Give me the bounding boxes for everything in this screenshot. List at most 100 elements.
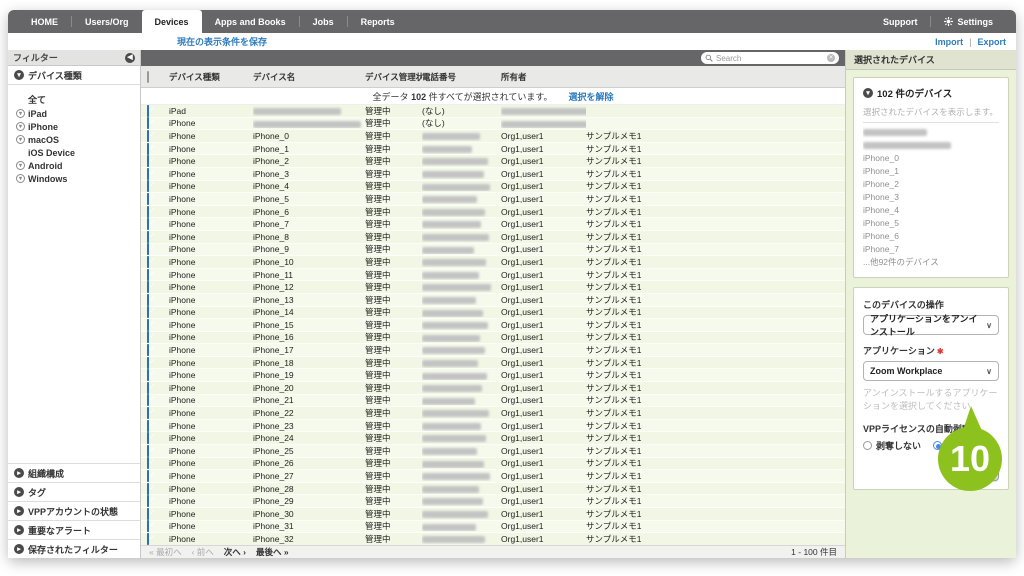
row-checkbox[interactable]: [147, 457, 149, 469]
row-checkbox[interactable]: [147, 105, 149, 117]
sidebar-section-device-type[interactable]: ▾ デバイス種類: [8, 66, 140, 85]
row-checkbox[interactable]: [147, 218, 149, 230]
table-row[interactable]: iPhoneiPhone_12管理中Org1,user1サンプルメモ1: [141, 281, 845, 294]
table-row[interactable]: iPhoneiPhone_16管理中Org1,user1サンプルメモ1: [141, 332, 845, 345]
table-row[interactable]: iPhoneiPhone_11管理中Org1,user1サンプルメモ1: [141, 269, 845, 282]
sidebar-item--[interactable]: 全て: [8, 91, 140, 107]
row-checkbox[interactable]: [147, 382, 149, 394]
sidebar-section[interactable]: ▸組織構成: [8, 463, 140, 482]
row-checkbox[interactable]: [147, 256, 149, 268]
sidebar-item-windows[interactable]: ▾Windows: [8, 172, 140, 185]
vpp-radio-no[interactable]: 剥奪しない: [863, 439, 921, 452]
table-row[interactable]: iPhone管理中(なし): [141, 118, 845, 131]
table-row[interactable]: iPhoneiPhone_5管理中Org1,user1サンプルメモ1: [141, 193, 845, 206]
table-row[interactable]: iPad管理中(なし): [141, 105, 845, 118]
row-checkbox[interactable]: [147, 269, 149, 281]
row-checkbox[interactable]: [147, 407, 149, 419]
table-row[interactable]: iPhoneiPhone_31管理中Org1,user1サンプルメモ1: [141, 521, 845, 534]
row-checkbox[interactable]: [147, 294, 149, 306]
row-checkbox[interactable]: [147, 508, 149, 520]
nav-tab-reports[interactable]: Reports: [348, 10, 408, 33]
col-header-management-state[interactable]: デバイス管理状態: [365, 71, 422, 83]
sidebar-section[interactable]: ▸VPPアカウントの状態: [8, 501, 140, 520]
sidebar-section[interactable]: ▸保存されたフィルター: [8, 539, 140, 558]
sidebar-item-macos[interactable]: ▾macOS: [8, 133, 140, 146]
row-checkbox[interactable]: [147, 117, 149, 129]
clear-search-icon[interactable]: ✕: [827, 54, 835, 62]
row-checkbox[interactable]: [147, 168, 149, 180]
row-checkbox[interactable]: [147, 331, 149, 343]
row-checkbox[interactable]: [147, 470, 149, 482]
save-current-filter-link[interactable]: 現在の表示条件を保存: [177, 35, 267, 48]
import-link[interactable]: Import: [935, 37, 963, 47]
table-row[interactable]: iPhoneiPhone_4管理中Org1,user1サンプルメモ1: [141, 181, 845, 194]
row-checkbox[interactable]: [147, 369, 149, 381]
page-prev-link[interactable]: ‹ 前へ: [192, 546, 214, 558]
table-row[interactable]: iPhoneiPhone_2管理中Org1,user1サンプルメモ1: [141, 155, 845, 168]
sidebar-item-iphone[interactable]: ▾iPhone: [8, 120, 140, 133]
col-header-phone[interactable]: 電話番号: [422, 71, 501, 83]
table-row[interactable]: iPhoneiPhone_6管理中Org1,user1サンプルメモ1: [141, 206, 845, 219]
export-link[interactable]: Export: [977, 37, 1006, 47]
row-checkbox[interactable]: [147, 243, 149, 255]
page-last-link[interactable]: 最後へ »: [256, 546, 289, 558]
device-count-toggle-icon[interactable]: ▾: [863, 88, 873, 98]
table-row[interactable]: iPhoneiPhone_28管理中Org1,user1サンプルメモ1: [141, 483, 845, 496]
table-row[interactable]: iPhoneiPhone_1管理中Org1,user1サンプルメモ1: [141, 143, 845, 156]
sidebar-item-ipad[interactable]: ▾iPad: [8, 107, 140, 120]
table-row[interactable]: iPhoneiPhone_24管理中Org1,user1サンプルメモ1: [141, 432, 845, 445]
nav-settings[interactable]: Settings: [931, 10, 1006, 33]
row-checkbox[interactable]: [147, 483, 149, 495]
row-checkbox[interactable]: [147, 193, 149, 205]
row-checkbox[interactable]: [147, 495, 149, 507]
table-row[interactable]: iPhoneiPhone_18管理中Org1,user1サンプルメモ1: [141, 357, 845, 370]
row-checkbox[interactable]: [147, 445, 149, 457]
row-checkbox[interactable]: [147, 319, 149, 331]
table-row[interactable]: iPhoneiPhone_22管理中Org1,user1サンプルメモ1: [141, 407, 845, 420]
row-checkbox[interactable]: [147, 520, 149, 532]
sidebar-section[interactable]: ▸重要なアラート: [8, 520, 140, 539]
table-row[interactable]: iPhoneiPhone_15管理中Org1,user1サンプルメモ1: [141, 319, 845, 332]
row-checkbox[interactable]: [147, 344, 149, 356]
table-row[interactable]: iPhoneiPhone_8管理中Org1,user1サンプルメモ1: [141, 231, 845, 244]
search-input[interactable]: Search ✕: [701, 52, 839, 64]
row-checkbox[interactable]: [147, 357, 149, 369]
nav-support[interactable]: Support: [870, 10, 931, 33]
nav-tab-home[interactable]: HOME: [18, 10, 71, 33]
collapse-sidebar-icon[interactable]: ◀: [125, 53, 135, 63]
page-first-link[interactable]: « 最初へ: [149, 546, 182, 558]
nav-tab-devices[interactable]: Devices: [142, 10, 202, 33]
select-all-checkbox[interactable]: [147, 71, 149, 83]
application-select[interactable]: Zoom Workplace ∨: [863, 361, 999, 381]
row-checkbox[interactable]: [147, 130, 149, 142]
tree-expand-icon[interactable]: ▾: [16, 135, 25, 144]
page-next-link[interactable]: 次へ ›: [224, 546, 246, 558]
row-checkbox[interactable]: [147, 306, 149, 318]
table-row[interactable]: iPhoneiPhone_29管理中Org1,user1サンプルメモ1: [141, 495, 845, 508]
nav-tab-apps-and-books[interactable]: Apps and Books: [202, 10, 299, 33]
row-checkbox[interactable]: [147, 180, 149, 192]
table-row[interactable]: iPhoneiPhone_7管理中Org1,user1サンプルメモ1: [141, 218, 845, 231]
tree-expand-icon[interactable]: ▾: [16, 174, 25, 183]
row-checkbox[interactable]: [147, 155, 149, 167]
row-checkbox[interactable]: [147, 420, 149, 432]
nav-tab-jobs[interactable]: Jobs: [300, 10, 347, 33]
table-row[interactable]: iPhoneiPhone_23管理中Org1,user1サンプルメモ1: [141, 420, 845, 433]
table-row[interactable]: iPhoneiPhone_3管理中Org1,user1サンプルメモ1: [141, 168, 845, 181]
table-row[interactable]: iPhoneiPhone_26管理中Org1,user1サンプルメモ1: [141, 458, 845, 471]
table-row[interactable]: iPhoneiPhone_21管理中Org1,user1サンプルメモ1: [141, 395, 845, 408]
table-row[interactable]: iPhoneiPhone_17管理中Org1,user1サンプルメモ1: [141, 344, 845, 357]
sidebar-item-android[interactable]: ▾Android: [8, 159, 140, 172]
row-checkbox[interactable]: [147, 281, 149, 293]
table-row[interactable]: iPhoneiPhone_13管理中Org1,user1サンプルメモ1: [141, 294, 845, 307]
col-header-device-type[interactable]: デバイス種類: [169, 71, 253, 83]
col-header-device-name[interactable]: デバイス名: [253, 71, 365, 83]
row-checkbox[interactable]: [147, 533, 149, 545]
nav-tab-users-org[interactable]: Users/Org: [72, 10, 142, 33]
sidebar-section[interactable]: ▸タグ: [8, 482, 140, 501]
table-row[interactable]: iPhoneiPhone_9管理中Org1,user1サンプルメモ1: [141, 244, 845, 257]
table-row[interactable]: iPhoneiPhone_14管理中Org1,user1サンプルメモ1: [141, 307, 845, 320]
col-header-owner[interactable]: 所有者: [501, 71, 586, 83]
sidebar-item-ios-device[interactable]: iOS Device: [8, 146, 140, 159]
table-row[interactable]: iPhoneiPhone_30管理中Org1,user1サンプルメモ1: [141, 508, 845, 521]
